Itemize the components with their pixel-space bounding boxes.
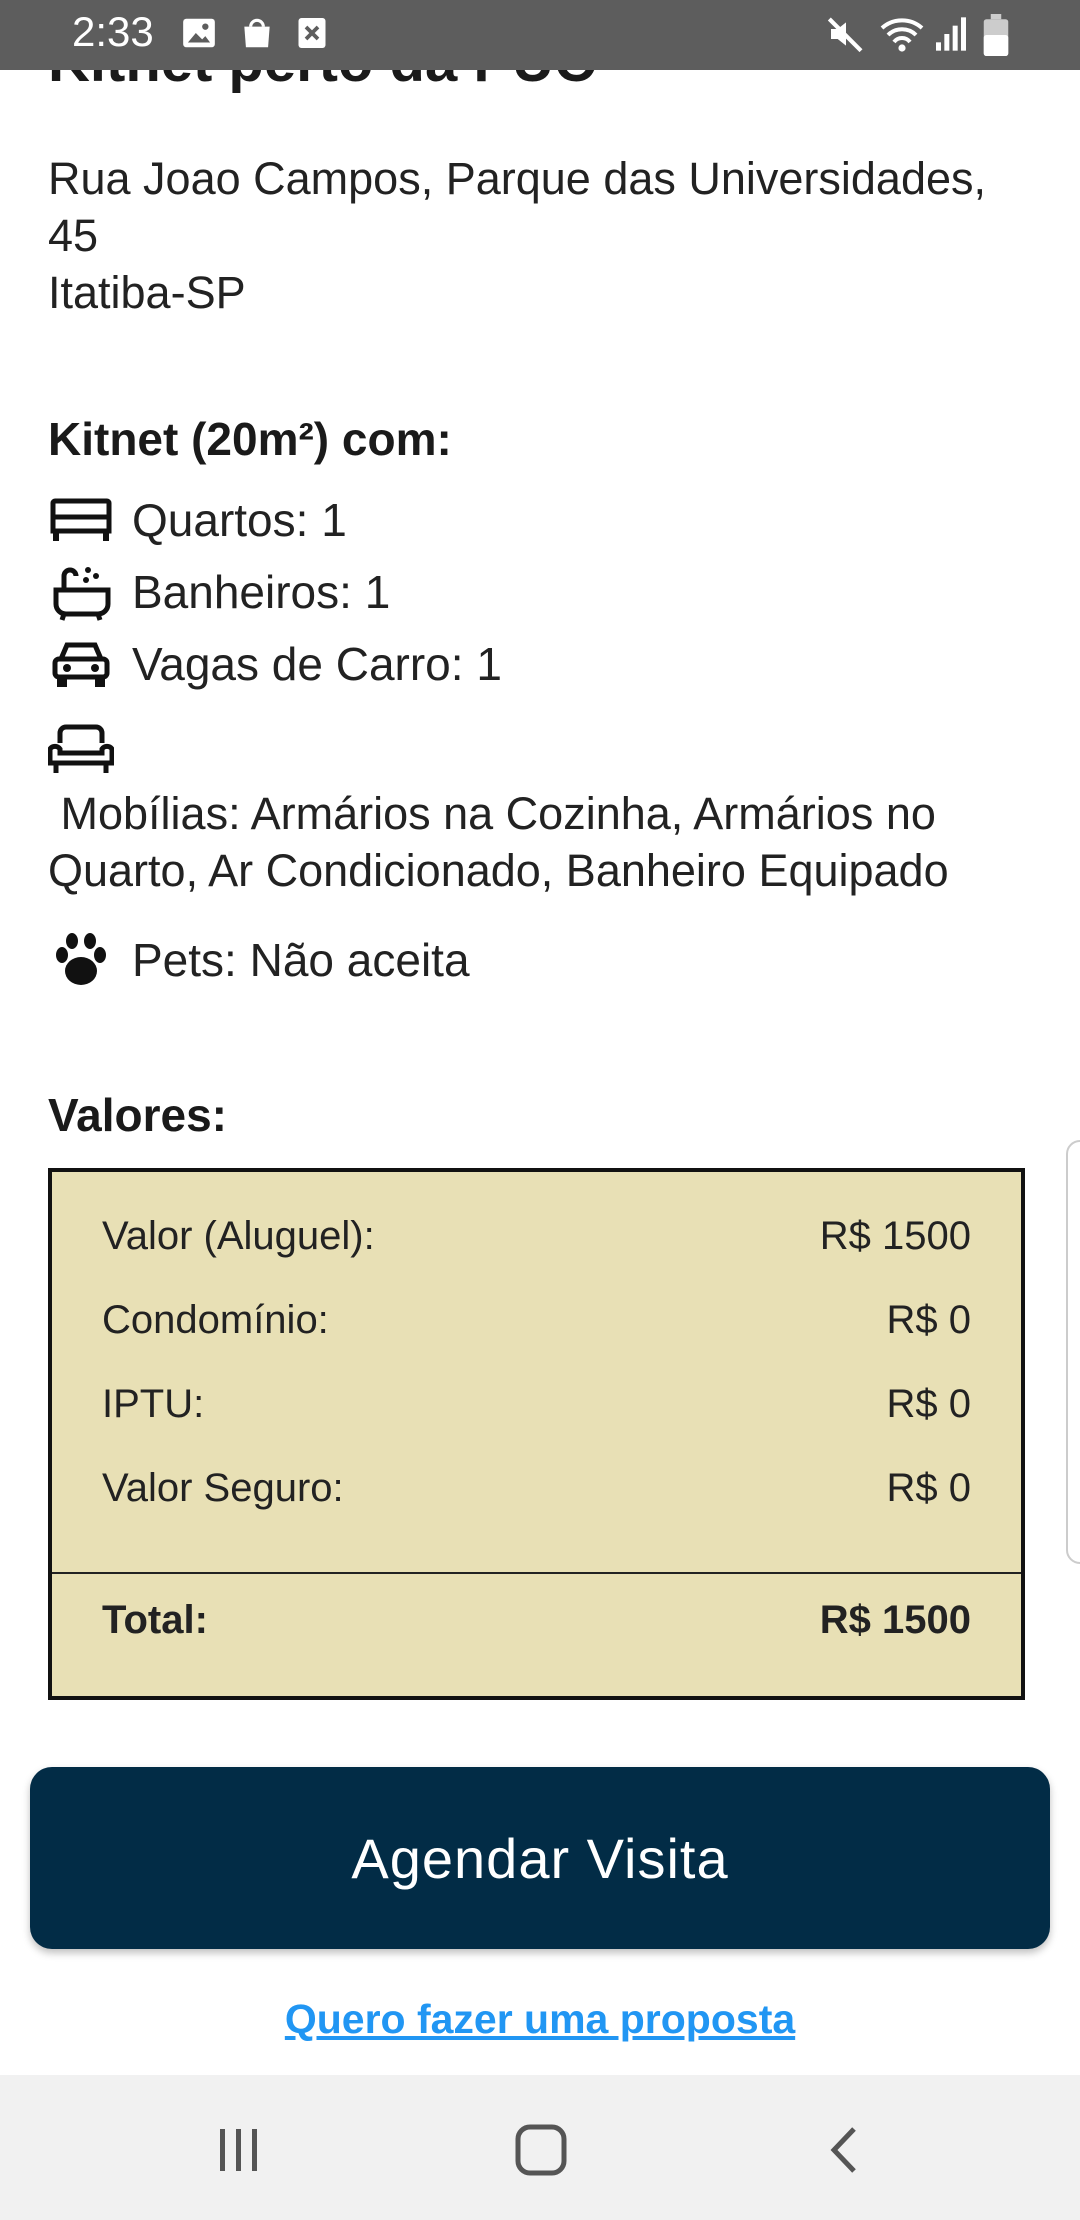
feature-bathrooms: Banheiros: 1 xyxy=(48,560,390,624)
bathtub-icon xyxy=(48,562,114,622)
address-line: Rua Joao Campos, Parque das Universidade… xyxy=(48,153,987,204)
value-label: IPTU: xyxy=(102,1381,205,1426)
values-divider xyxy=(52,1572,1021,1574)
value-label: Valor (Aluguel): xyxy=(102,1213,375,1258)
mute-icon xyxy=(826,14,866,59)
close-box-icon xyxy=(294,14,330,57)
wifi-icon xyxy=(878,14,926,59)
feature-rooms: Quartos: 1 xyxy=(48,488,347,552)
value-amount: R$ 0 xyxy=(886,1465,972,1510)
feature-pets: Pets: Não aceita xyxy=(48,928,470,992)
value-label: Condomínio: xyxy=(102,1297,329,1342)
furniture-line: Mobílias: Armários na Cozinha, Armários … xyxy=(48,788,936,839)
car-icon xyxy=(48,634,114,694)
home-icon[interactable] xyxy=(496,2105,586,2195)
signal-icon xyxy=(934,14,968,59)
value-amount: R$ 1500 xyxy=(819,1213,971,1258)
total-label: Total: xyxy=(102,1597,208,1642)
parking-label: Vagas de Carro: 1 xyxy=(132,638,502,690)
shopping-bag-icon xyxy=(238,14,276,57)
image-icon xyxy=(180,14,218,57)
total-amount: R$ 1500 xyxy=(819,1597,971,1642)
value-row-rent: Valor (Aluguel): R$ 1500 xyxy=(102,1206,971,1266)
make-proposal-link[interactable]: Quero fazer uma proposta xyxy=(0,1996,1080,2043)
features-heading: Kitnet (20m²) com: xyxy=(48,413,452,465)
bed-icon xyxy=(48,490,114,550)
sofa-icon xyxy=(48,720,114,780)
system-nav-bar xyxy=(0,2075,1080,2220)
value-label: Valor Seguro: xyxy=(102,1465,344,1510)
value-row-condo: Condomínio: R$ 0 xyxy=(102,1290,971,1350)
values-heading: Valores: xyxy=(48,1089,227,1141)
value-amount: R$ 0 xyxy=(886,1297,972,1342)
paw-icon xyxy=(48,930,114,990)
listing-address: Rua Joao Campos, Parque das Universidade… xyxy=(48,150,1048,321)
address-line: Itatiba-SP xyxy=(48,267,246,318)
pets-label: Pets: Não aceita xyxy=(132,934,470,986)
value-row-total: Total: R$ 1500 xyxy=(102,1590,971,1650)
back-icon[interactable] xyxy=(800,2105,890,2195)
value-row-iptu: IPTU: R$ 0 xyxy=(102,1374,971,1434)
rooms-label: Quartos: 1 xyxy=(132,494,347,546)
feature-furniture: Mobílias: Armários na Cozinha, Armários … xyxy=(48,785,1048,899)
status-bar: 2:33 xyxy=(0,0,1080,70)
value-row-insurance: Valor Seguro: R$ 0 xyxy=(102,1458,971,1518)
feature-furniture-icon-row xyxy=(48,718,132,782)
value-amount: R$ 0 xyxy=(886,1381,972,1426)
schedule-visit-button[interactable]: Agendar Visita xyxy=(30,1767,1050,1949)
listing-content: Kitnet perto da PUC Rua Joao Campos, Par… xyxy=(0,0,1080,2075)
bathrooms-label: Banheiros: 1 xyxy=(132,566,391,618)
status-time: 2:33 xyxy=(72,8,154,55)
battery-icon xyxy=(982,14,1010,61)
recent-apps-icon[interactable] xyxy=(194,2105,284,2195)
values-table: Valor (Aluguel): R$ 1500 Condomínio: R$ … xyxy=(48,1168,1025,1700)
side-scroll-handle[interactable] xyxy=(1066,1140,1080,1564)
feature-parking: Vagas de Carro: 1 xyxy=(48,632,502,696)
address-line: 45 xyxy=(48,210,99,261)
furniture-line: Quarto, Ar Condicionado, Banheiro Equipa… xyxy=(48,845,949,896)
